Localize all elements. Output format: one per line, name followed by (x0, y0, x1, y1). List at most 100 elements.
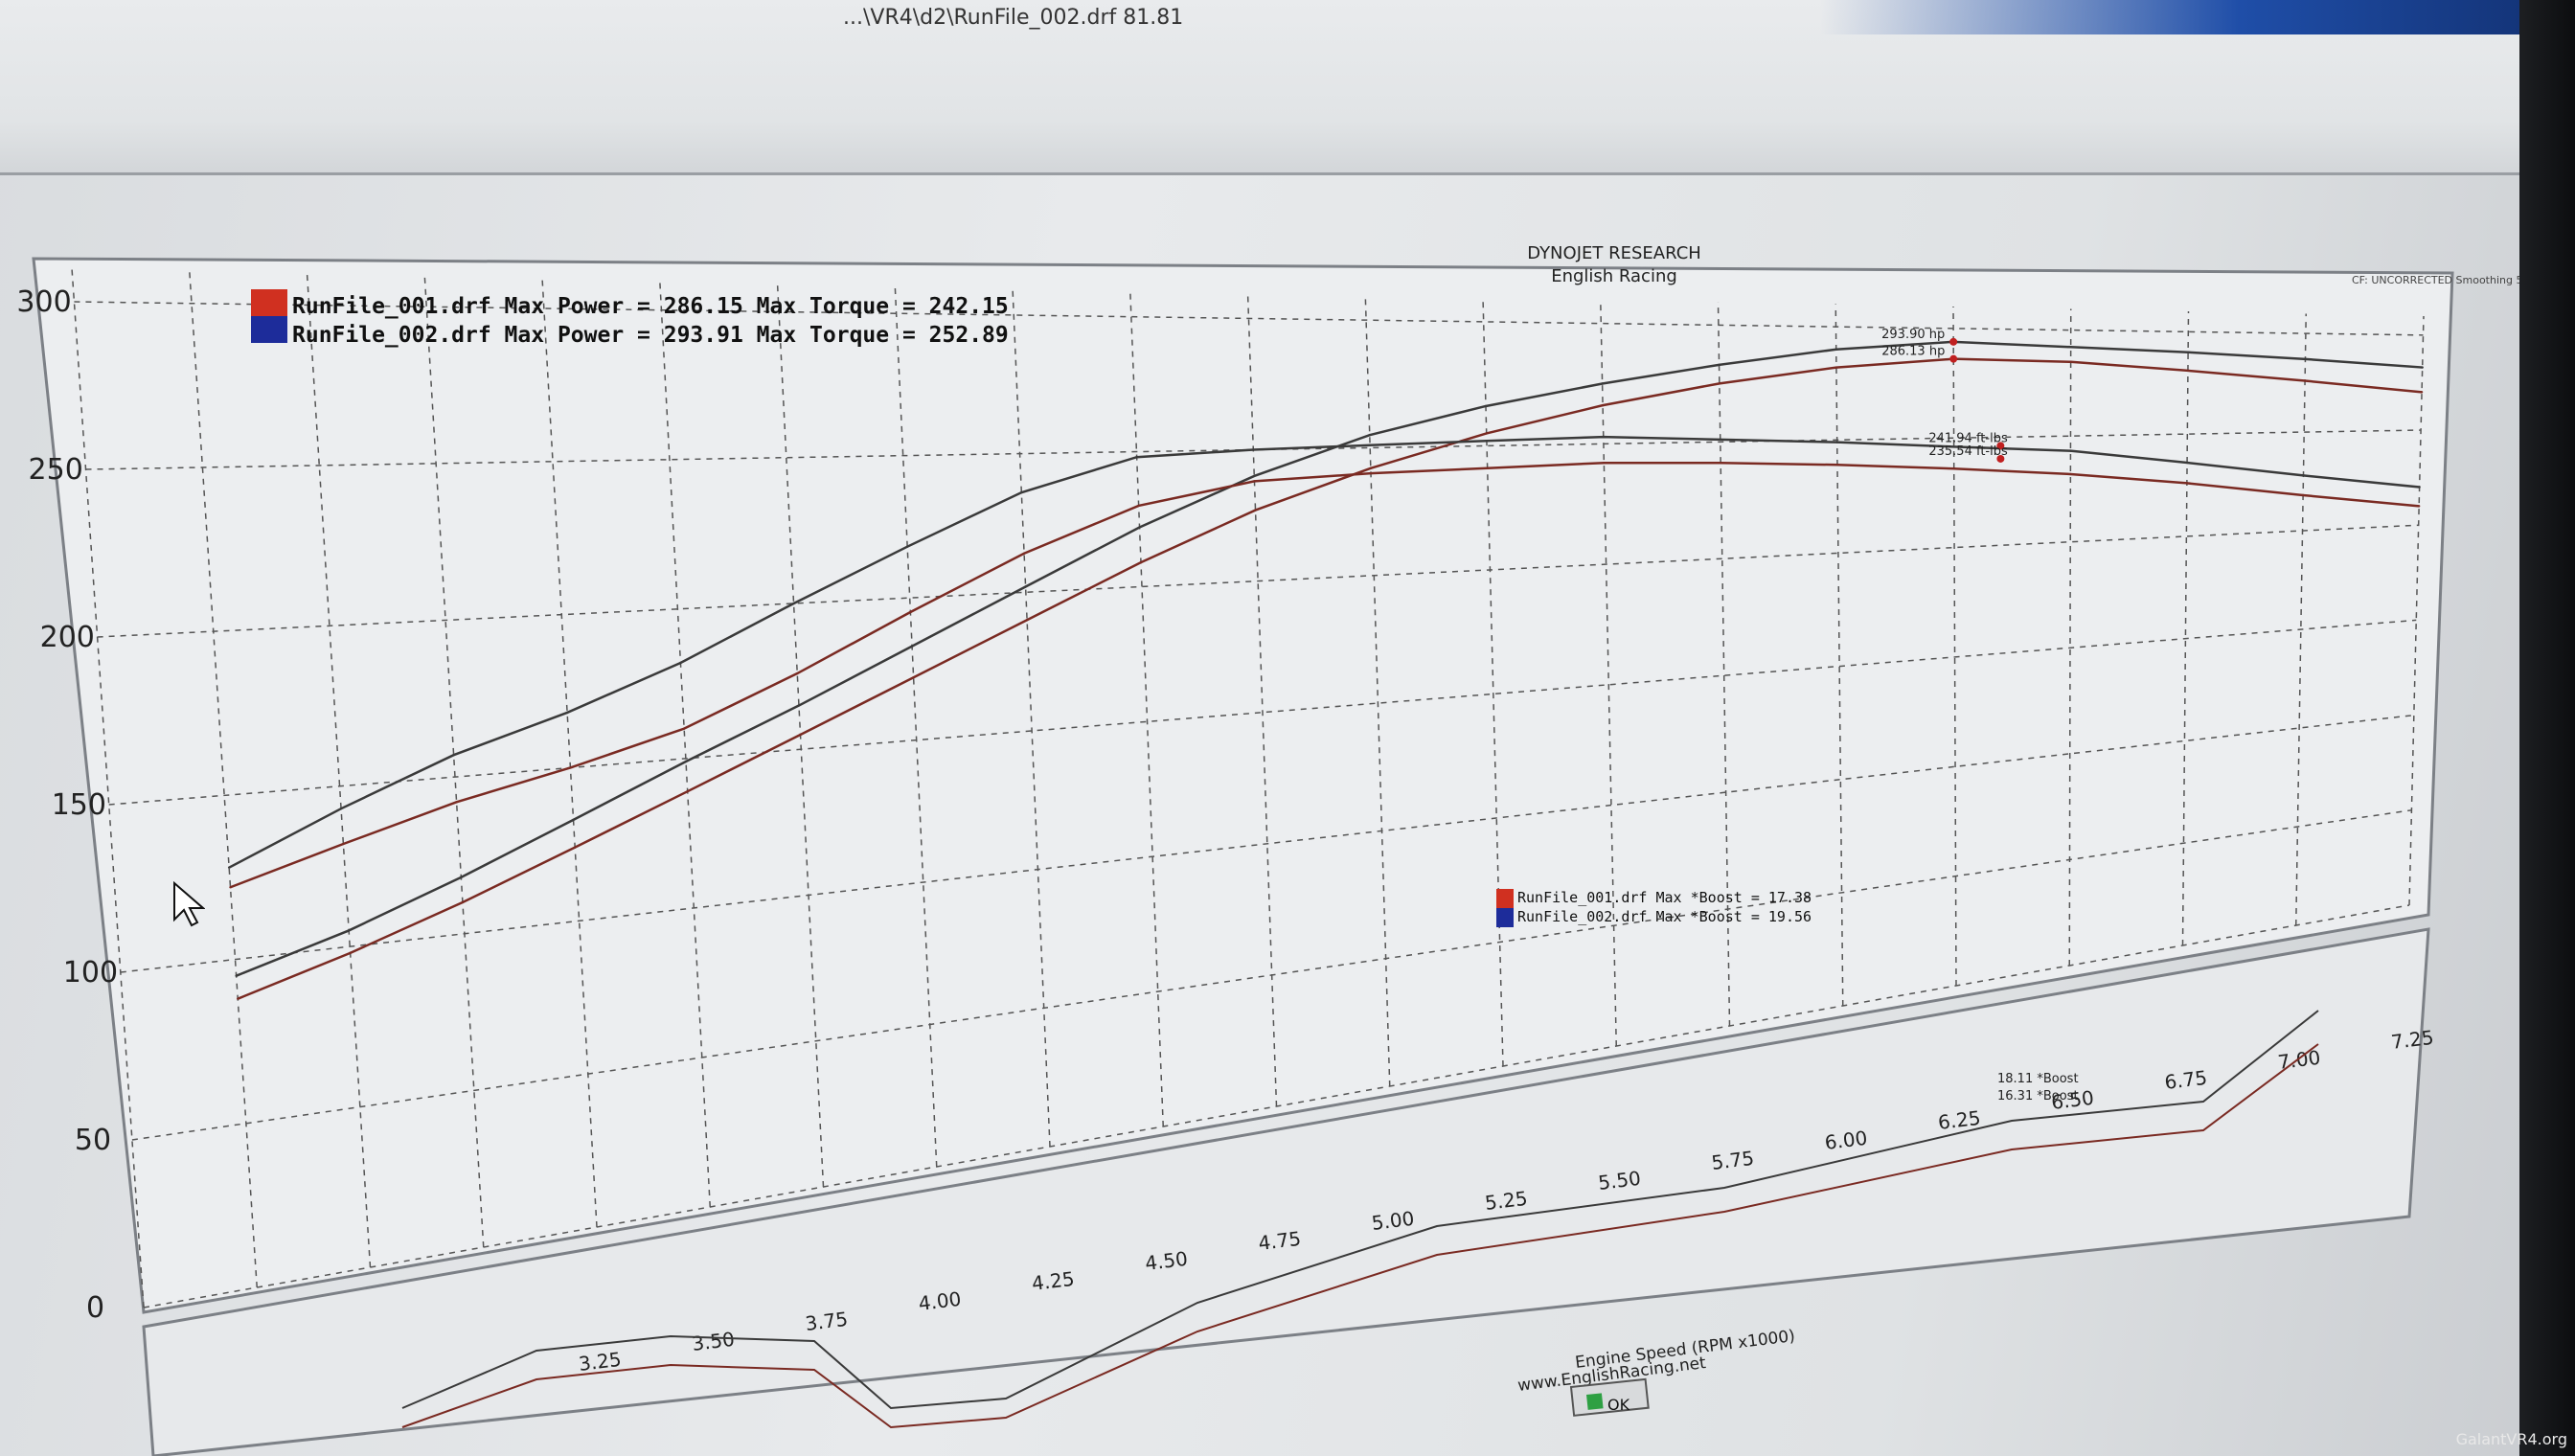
series-point (2304, 357, 2307, 361)
series-point (1137, 504, 1140, 508)
series-point (1024, 585, 1027, 588)
series-point (686, 789, 689, 793)
ok-icon (1586, 1393, 1604, 1410)
series-point (1718, 363, 1720, 367)
series-point (565, 711, 569, 715)
series-point (910, 645, 914, 648)
series-point (799, 733, 802, 737)
series-point (1719, 462, 1722, 465)
series-point (1022, 552, 1026, 555)
legend-swatch-001 (251, 289, 287, 316)
series-point (461, 900, 465, 904)
legend-swatch-002 (251, 316, 287, 343)
series-point (349, 951, 352, 955)
y-tick-label: 250 (29, 453, 83, 487)
series-point (2418, 486, 2421, 489)
series-point (1485, 432, 1488, 435)
series-point (1486, 466, 1489, 469)
series-point (455, 801, 458, 804)
series-point (1139, 560, 1143, 564)
series-point (682, 727, 686, 730)
ok-button-label: OK (1607, 1396, 1630, 1414)
y-tick-label: 50 (75, 1124, 111, 1157)
series-point (347, 929, 351, 932)
mouse-cursor-icon (172, 880, 206, 931)
y-tick-label: 300 (16, 285, 71, 319)
boost-swatch-002 (1496, 908, 1514, 927)
series-point (1718, 382, 1721, 385)
series-point (1135, 456, 1138, 459)
series-point (572, 818, 575, 822)
series-point (2302, 474, 2305, 477)
series-point (1020, 490, 1023, 494)
series-point (2421, 366, 2424, 369)
boost-legend-001: RunFile_001.drf Max *Boost = 17.38 (1517, 889, 1812, 906)
series-point (1138, 526, 1141, 529)
series-point (1253, 474, 1256, 478)
series-point (912, 676, 915, 679)
series-point (1485, 440, 1489, 443)
series-point (2186, 369, 2190, 373)
series-point (229, 886, 232, 889)
series-point (1601, 382, 1604, 385)
series-point (2069, 360, 2072, 363)
boost-peak-label: 16.31 *Boost (1997, 1089, 2079, 1103)
series-point (1719, 438, 1721, 442)
series-point (1601, 403, 1605, 407)
peak-label: 286.13 hp (1881, 345, 1945, 359)
legend-boost: RunFile_001.drf Max *Boost = 17.38 RunFi… (1496, 889, 1812, 927)
chart-header-company: DYNOJET RESEARCH (1527, 243, 1701, 263)
y-tick-label: 150 (52, 788, 106, 822)
boost-swatch-001 (1496, 889, 1514, 908)
series-point (342, 842, 345, 846)
series-point (1368, 433, 1371, 437)
chart-corner-note: CF: UNCORRECTED Smoothing 5 (2352, 274, 2519, 286)
series-point (679, 661, 682, 665)
series-point (569, 766, 572, 769)
series-point (1369, 466, 1373, 469)
series-point (1484, 404, 1488, 408)
series-point (905, 545, 909, 548)
peak-label: 235.54 ft-lbs (1928, 444, 2008, 459)
series-point (2417, 505, 2421, 508)
boost-legend-002: RunFile_002.drf Max *Boost = 19.56 (1517, 908, 1812, 925)
watermark: GalantVR4.org (2455, 1430, 2567, 1448)
peak-label: 293.90 hp (1881, 328, 1945, 342)
y-tick-label: 200 (40, 621, 95, 654)
series-point (227, 866, 231, 869)
series-point (1952, 467, 1955, 470)
series-point (1025, 619, 1029, 622)
x-tick-label: 7.25 (2390, 1026, 2435, 1054)
dyno-chart: 050100150200250300 3.253.503.754.004.254… (16, 243, 2519, 1456)
series-point (452, 754, 455, 757)
series-point (2186, 351, 2190, 353)
y-tick-label: 100 (63, 956, 118, 990)
series-point (909, 610, 912, 614)
series-point (1368, 444, 1372, 447)
series-point (797, 704, 801, 707)
series-point (796, 671, 799, 675)
series-point (2301, 493, 2305, 497)
series-point (2420, 391, 2424, 394)
series-point (235, 974, 238, 977)
series-point (792, 602, 795, 605)
series-point (2185, 461, 2189, 465)
series-point (684, 760, 688, 763)
legend-entry-001: RunFile_001.drf Max Power = 286.15 Max T… (292, 294, 1009, 319)
series-point (1835, 441, 1838, 444)
series-point (1834, 348, 1837, 351)
y-tick-label: 0 (86, 1291, 104, 1325)
series-point (1253, 480, 1256, 483)
series-point (1835, 464, 1839, 466)
series-point (2069, 346, 2072, 349)
series-point (339, 807, 343, 810)
series-point (2069, 449, 2072, 452)
series-point (2303, 379, 2307, 382)
series-point (1603, 462, 1606, 465)
series-point (2185, 482, 2189, 485)
series-point (1254, 509, 1257, 512)
series-point (2069, 472, 2072, 476)
series-point (1834, 366, 1838, 369)
series-point (574, 846, 577, 849)
boost-peak-label: 18.11 *Boost (1997, 1072, 2079, 1086)
